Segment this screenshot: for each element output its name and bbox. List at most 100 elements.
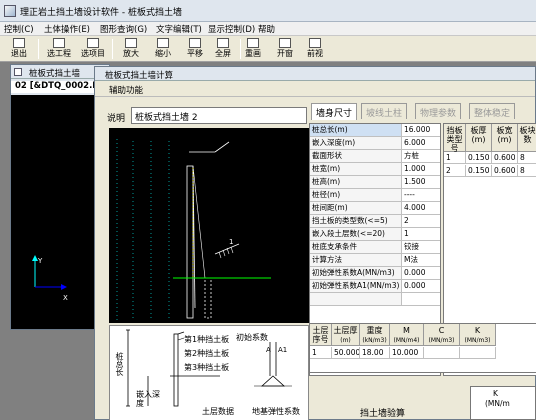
soil-cell[interactable]: 18.00 — [360, 347, 390, 359]
select-item-icon — [87, 38, 99, 48]
plate-cell[interactable]: 8 — [518, 165, 536, 177]
sketch-label-plate1: 第1种挡土板 — [184, 335, 230, 344]
plate-cell[interactable]: 1 — [444, 152, 466, 164]
plate-cell[interactable]: 2 — [444, 165, 466, 177]
parameter-tabs: 墙身尺寸 坡线土柱 物理参数 整体稳定 — [309, 103, 536, 120]
soil-cell[interactable]: 1 — [310, 347, 332, 359]
param-row[interactable]: 桩总长(m) 16.000 — [310, 124, 440, 137]
child-window-icon — [14, 68, 22, 76]
description-input[interactable]: 桩板式挡土墙 2 — [131, 107, 307, 124]
app-titlebar: 理正岩土挡土墙设计软件 - 桩板式挡土墙 — [0, 0, 536, 22]
plate-col-header: 挡板类型号 — [444, 124, 466, 153]
param-row[interactable]: 桩间距(m) 4.000 — [310, 202, 440, 215]
param-row[interactable]: 桩宽(m) 1.000 — [310, 163, 440, 176]
window-button[interactable]: 开窗 — [270, 38, 300, 60]
description-label: 说明 — [107, 114, 126, 124]
app-title: 理正岩土挡土墙设计软件 - 桩板式挡土墙 — [20, 8, 182, 18]
menubar: 控制(C) 土体操作(E) 图形查询(G) 文字编辑(T) 显示控制(D) 帮助 — [0, 22, 536, 36]
pan-icon — [189, 38, 201, 48]
soil-col-header: 重度 (kN/m3) — [360, 324, 390, 346]
plate-cell[interactable]: 0.150 — [466, 152, 492, 164]
front-view-button[interactable]: 前视 — [300, 38, 330, 60]
param-row[interactable]: 桩高(m) 1.500 — [310, 176, 440, 189]
param-row[interactable]: 计算方法 M法 — [310, 254, 440, 267]
pile-shape — [186, 165, 194, 319]
soil-cell[interactable] — [460, 347, 496, 359]
fullscreen-button[interactable]: 全屏 — [208, 38, 238, 60]
plate-cell[interactable]: 0.600 — [492, 165, 518, 177]
dialog-title: 桩板式挡土墙计算 — [105, 71, 174, 81]
soil-col-header: 土层序号 — [310, 324, 332, 346]
plate-cell[interactable]: 0.600 — [492, 152, 518, 164]
menu-soil-operation[interactable]: 土体操作(E) — [44, 23, 90, 35]
sketch-label-initial: 初始系数 — [236, 333, 268, 342]
menu-help[interactable]: 帮助 — [258, 23, 275, 35]
tab-global-stability[interactable]: 整体稳定 — [469, 103, 516, 119]
pile-wall-dialog[interactable]: 桩板式挡土墙计算 辅助功能 说明 桩板式挡土墙 2 1 桩总长 嵌入深度 第1种… — [94, 66, 536, 420]
soil-cell[interactable]: 50.000 — [332, 347, 360, 359]
param-row[interactable]: 嵌入深度(m) 6.000 — [310, 137, 440, 150]
soil-cell[interactable] — [424, 347, 460, 359]
param-row[interactable]: 截面形状 方桩 — [310, 150, 440, 163]
param-row[interactable]: 初始弹性系数A(MN/m3) 0.000 — [310, 267, 440, 280]
plate-col-header: 板宽(m) — [492, 124, 518, 152]
soil-col-header: 土层厚 (m) — [332, 324, 360, 346]
soil-layer-grid[interactable]: 土层序号 土层厚 (m) 重度 (kN/m3) M (MN/m4) C (MN/m3) … — [309, 323, 536, 373]
toolbar-separator — [38, 39, 39, 59]
menu-text-edit[interactable]: 文字编辑(T) — [156, 23, 202, 35]
sketch-pile — [173, 333, 179, 407]
soil-col-header: M (MN/m4) — [390, 324, 424, 346]
param-row-empty[interactable] — [310, 293, 440, 306]
toolbar-separator — [112, 39, 113, 59]
param-row[interactable]: 桩底支承条件 铰接 — [310, 241, 440, 254]
sketch-label-a1: A1 — [278, 346, 288, 354]
soil-col-header: K (MN/m3) — [460, 324, 496, 346]
soil-col-header: C (MN/m3) — [424, 324, 460, 346]
soil-cell[interactable]: 10.000 — [390, 347, 424, 359]
zoom-in-button[interactable]: 放大 — [116, 38, 146, 60]
dialog-titlebar[interactable]: 桩板式挡土墙计算 — [95, 67, 535, 81]
menu-assist[interactable]: 辅助功能 — [109, 84, 143, 96]
menu-display-control[interactable]: 显示控制(D) — [208, 23, 255, 35]
child-window-title: 桩板式挡土墙 — [29, 69, 81, 79]
select-project-button[interactable]: 选工程 — [44, 38, 74, 60]
fullscreen-icon — [217, 38, 229, 48]
mini-window[interactable]: K (MN/m — [470, 386, 536, 420]
pan-button[interactable]: 平移 — [180, 38, 210, 60]
param-row[interactable]: 嵌入段土层数(<=20) 1 — [310, 228, 440, 241]
select-project-icon — [53, 38, 65, 48]
plate-col-header: 板厚(m) — [466, 124, 492, 152]
sketch-label-a: A — [266, 346, 271, 354]
wall-preview-canvas[interactable]: 1 — [109, 128, 311, 328]
toolbar: 退出 选工程 选项目 放大 缩小 平移 全屏 重画 开窗 前视 — [0, 36, 536, 62]
verification-window-title: 挡土墙验算 — [360, 409, 406, 419]
svg-text:Y: Y — [37, 257, 43, 265]
x-arrow-icon — [61, 284, 67, 290]
plate-col-header: 板块数 — [518, 124, 536, 152]
menu-control[interactable]: 控制(C) — [4, 23, 34, 35]
sketch-label-plate3: 第3种挡土板 — [184, 363, 230, 372]
mini-k-label: K — [493, 389, 498, 398]
wall-preview-svg: 1 — [116, 138, 271, 328]
tab-physical-params[interactable]: 物理参数 — [415, 103, 462, 119]
menu-graphic-query[interactable]: 图形查询(G) — [100, 23, 147, 35]
sketch-label-foundation: 地基弹性系数 — [252, 407, 300, 416]
param-row[interactable]: 挡土板的类型数(<=5) 2 — [310, 215, 440, 228]
zoom-out-button[interactable]: 缩小 — [148, 38, 178, 60]
sketch-label-plate2: 第2种挡土板 — [184, 349, 230, 358]
tab-wall-dimension[interactable]: 墙身尺寸 — [311, 103, 358, 120]
svg-text:1: 1 — [229, 238, 233, 246]
select-item-button[interactable]: 选项目 — [78, 38, 108, 60]
tab-slope-soil[interactable]: 坡线土柱 — [361, 103, 408, 119]
dialog-menubar: 辅助功能 — [95, 81, 535, 97]
sketch-label-length: 桩总长 — [115, 352, 124, 376]
param-row[interactable]: 初始弹性系数A1(MN/m3) 0.000 — [310, 280, 440, 293]
redraw-button[interactable]: 重画 — [238, 38, 268, 60]
exit-button[interactable]: 退出 — [4, 38, 34, 60]
app-icon — [4, 5, 16, 17]
plate-cell[interactable]: 0.150 — [466, 165, 492, 177]
plate-cell[interactable]: 8 — [518, 152, 536, 164]
front-view-icon — [309, 38, 321, 48]
exit-icon — [13, 38, 25, 48]
param-row[interactable]: 桩径(m) ---- — [310, 189, 440, 202]
